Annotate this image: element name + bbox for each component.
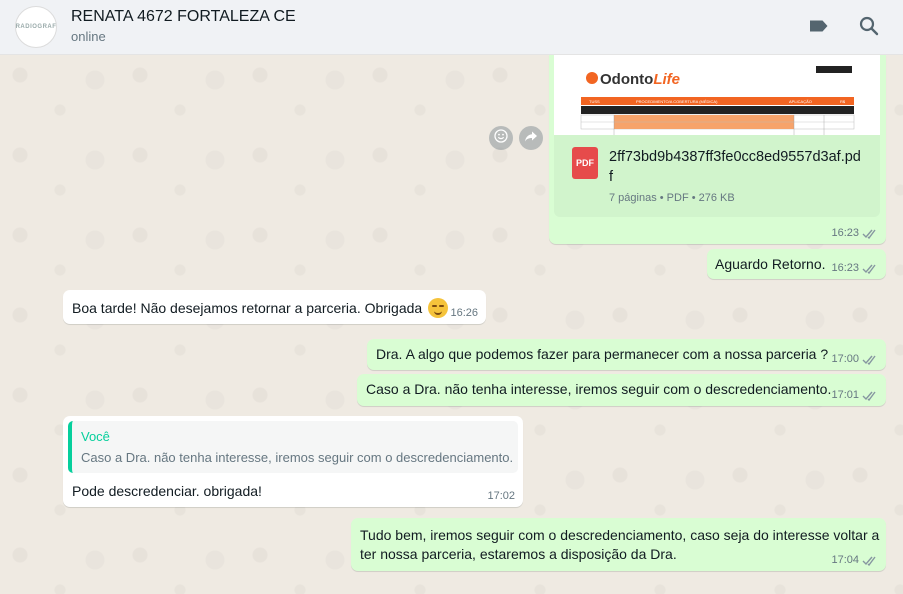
message-meta: 17:01 <box>831 389 878 402</box>
forward-icon <box>524 129 538 148</box>
message-outgoing[interactable]: Tudo bem, iremos seguir com o descredenc… <box>351 518 886 571</box>
message-text: Boa tarde! Não desejamos retornar a parc… <box>72 298 449 318</box>
quoted-message[interactable]: Você Caso a Dra. não tenha interesse, ir… <box>68 421 518 473</box>
quote-author: Você <box>81 429 110 444</box>
message-time: 17:00 <box>831 353 859 365</box>
read-ticks-icon <box>862 391 876 401</box>
contact-name[interactable]: RENATA 4672 FORTALEZA CE <box>71 8 296 26</box>
message-incoming[interactable]: Boa tarde! Não desejamos retornar a parc… <box>63 290 486 324</box>
read-ticks-icon <box>862 264 876 274</box>
message-meta: 16:23 <box>831 227 878 240</box>
message-outgoing[interactable]: Aguardo Retorno. 16:23 <box>707 249 886 279</box>
read-ticks-icon <box>862 556 876 566</box>
preview-col-rs: R$ <box>840 99 846 104</box>
pdf-icon: PDF <box>572 147 598 179</box>
message-meta: 16:26 <box>450 307 478 320</box>
message-incoming-reply[interactable]: Você Caso a Dra. não tenha interesse, ir… <box>63 416 523 507</box>
emoji-reaction-button[interactable] <box>489 126 513 150</box>
message-time: 16:23 <box>831 227 859 239</box>
message-meta: 16:23 <box>831 262 878 275</box>
preview-col-aplicacao: APLICAÇÃO <box>789 99 812 104</box>
message-time: 16:26 <box>450 307 478 319</box>
message-text: Aguardo Retorno. <box>715 256 826 272</box>
message-time: 17:04 <box>831 554 859 566</box>
message-time: 17:01 <box>831 389 859 401</box>
message-text-line-1: Tudo bem, iremos seguir com o descredenc… <box>360 527 880 543</box>
avatar-logo-text: RADIOGRAF <box>15 24 57 30</box>
quote-text: Caso a Dra. não tenha interesse, iremos … <box>81 450 514 465</box>
document-preview-image: OdontoLife TUSS PROCEDIMENTO/A COBERTURA… <box>554 55 880 135</box>
message-outgoing[interactable]: Caso a Dra. não tenha interesse, iremos … <box>357 374 886 406</box>
preview-col-proc: PROCEDIMENTO/A COBERTURA (MÉDICA) <box>636 99 718 104</box>
message-meta: 17:04 <box>831 554 878 567</box>
message-time: 16:23 <box>831 262 859 274</box>
search-icon[interactable] <box>857 14 881 38</box>
message-meta: 17:02 <box>487 490 515 503</box>
label-icon[interactable] <box>807 14 831 38</box>
contact-status: online <box>71 29 106 44</box>
message-text: Pode descredenciar. obrigada! <box>72 483 262 499</box>
message-text-line-2: ter nossa parceria, estaremos a disposiç… <box>360 546 677 562</box>
message-meta: 17:00 <box>831 353 878 366</box>
emoji-icon <box>494 128 508 148</box>
message-text: Dra. A algo que podemos fazer para perma… <box>376 346 829 362</box>
read-ticks-icon <box>862 229 876 239</box>
preview-col-tuss: TUSS <box>589 99 600 104</box>
read-ticks-icon <box>862 355 876 365</box>
message-document[interactable]: OdontoLife TUSS PROCEDIMENTO/A COBERTURA… <box>549 55 886 244</box>
document-file-name[interactable]: 2ff73bd9b4387ff3fe0cc8ed9557d3af.pdf <box>609 147 864 187</box>
document-preview[interactable]: OdontoLife TUSS PROCEDIMENTO/A COBERTURA… <box>554 55 880 135</box>
message-outgoing[interactable]: Dra. A algo que podemos fazer para perma… <box>367 339 886 370</box>
smiling-face-emoji-icon <box>428 298 449 318</box>
document-info: 7 páginas • PDF • 276 KB <box>609 192 735 204</box>
document-card[interactable]: PDF 2ff73bd9b4387ff3fe0cc8ed9557d3af.pdf… <box>554 135 880 217</box>
message-text: Caso a Dra. não tenha interesse, iremos … <box>366 381 832 397</box>
chat-header[interactable]: RADIOGRAF RENATA 4672 FORTALEZA CE onlin… <box>0 0 903 55</box>
message-time: 17:02 <box>487 490 515 502</box>
avatar[interactable]: RADIOGRAF <box>15 6 57 48</box>
svg-text:OdontoLife: OdontoLife <box>600 71 680 88</box>
forward-button[interactable] <box>519 126 543 150</box>
